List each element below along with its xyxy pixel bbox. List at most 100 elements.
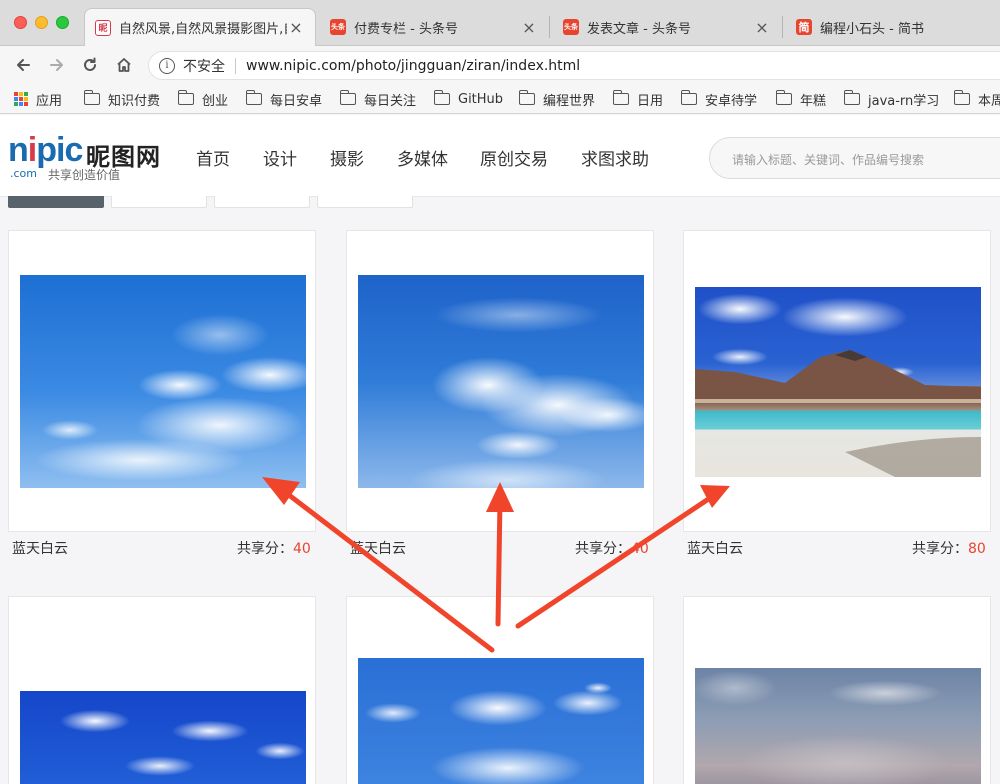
- window-close-button[interactable]: [14, 16, 27, 29]
- nav-design[interactable]: 设计: [263, 145, 297, 170]
- score-label: 共享分：: [237, 541, 293, 557]
- nav-multimedia[interactable]: 多媒体: [397, 145, 448, 170]
- image-card[interactable]: [683, 596, 991, 784]
- logo-dotcom: .com: [10, 167, 37, 180]
- filter-tab[interactable]: [111, 196, 207, 208]
- reload-icon: [84, 57, 96, 71]
- folder-icon: [177, 90, 194, 105]
- forward-arrow-icon: [50, 59, 63, 71]
- site-header: nipic 昵图网 .com 共享创造价值 首页 设计 摄影 多媒体 原创交易 …: [0, 115, 1000, 197]
- share-score: 共享分：40: [575, 538, 649, 558]
- mountain-shape: [695, 350, 981, 477]
- nav-photography[interactable]: 摄影: [330, 145, 364, 170]
- nav-image-request[interactable]: 求图求助: [581, 145, 649, 170]
- bookmark-folder[interactable]: 本周: [953, 90, 1000, 109]
- search-input[interactable]: 请输入标题、关键词、作品编号搜索: [709, 137, 1000, 179]
- image-card[interactable]: [8, 596, 316, 784]
- sky-cloud-thumbnail[interactable]: [358, 658, 644, 784]
- image-card[interactable]: [8, 230, 316, 532]
- bookmarks-bar: 应用 知识付费 创业 每日安卓 每日关注 GitHub 编程世界 日用 安卓待学…: [0, 84, 1000, 114]
- folder-icon: [775, 90, 792, 105]
- home-button[interactable]: [112, 53, 136, 77]
- score-label: 共享分：: [912, 541, 968, 557]
- bookmark-folder[interactable]: 编程世界: [518, 90, 596, 109]
- score-value: 40: [631, 541, 649, 557]
- sky-cloud-thumbnail[interactable]: [20, 275, 306, 488]
- folder-icon: [83, 90, 100, 105]
- browser-tab-bar: 昵 自然风景,自然风景摄影图片,自 × 头条 付费专栏 - 头条号 × 头条 发…: [0, 0, 1000, 46]
- tab-close-icon[interactable]: ×: [520, 18, 538, 37]
- bookmark-label: 每日安卓: [270, 93, 323, 109]
- search-placeholder: 请输入标题、关键词、作品编号搜索: [732, 153, 925, 167]
- tab-close-icon[interactable]: ×: [753, 18, 771, 37]
- folder-icon: [339, 90, 356, 105]
- info-icon[interactable]: i: [159, 57, 175, 74]
- url-text[interactable]: www.nipic.com/photo/jingguan/ziran/index…: [246, 58, 580, 74]
- bookmark-label: 每日关注: [364, 93, 417, 109]
- tab-close-icon[interactable]: ×: [287, 18, 305, 37]
- share-score: 共享分：80: [912, 538, 986, 558]
- browser-tab-publish-article[interactable]: 头条 发表文章 - 头条号 ×: [553, 8, 781, 46]
- back-arrow-icon: [17, 59, 30, 71]
- address-bar[interactable]: i 不安全 www.nipic.com/photo/jingguan/ziran…: [148, 51, 1000, 80]
- bookmark-folder[interactable]: 每日安卓: [245, 90, 323, 109]
- bookmark-label: GitHub: [458, 91, 504, 107]
- bookmark-folder[interactable]: java-rn学习: [843, 90, 940, 109]
- score-label: 共享分：: [575, 541, 631, 557]
- reload-button[interactable]: [78, 53, 102, 77]
- image-card[interactable]: [346, 230, 654, 532]
- nav-original-trading[interactable]: 原创交易: [480, 145, 548, 170]
- bookmark-label: java-rn学习: [868, 93, 940, 109]
- browser-tab-jianshu[interactable]: 简 编程小石头 - 简书: [786, 8, 1000, 46]
- bookmark-folder[interactable]: 知识付费: [83, 90, 161, 109]
- filter-tab[interactable]: [317, 196, 413, 208]
- sky-cloud-thumbnail[interactable]: [20, 691, 306, 784]
- folder-icon: [433, 90, 450, 105]
- logo-slogan: 共享创造价值: [48, 168, 121, 182]
- bookmark-folder[interactable]: 年糕: [775, 90, 827, 109]
- bookmark-folder[interactable]: 安卓待学: [680, 90, 757, 109]
- image-title[interactable]: 蓝天白云: [687, 538, 743, 558]
- bookmark-label: 年糕: [800, 93, 827, 109]
- forward-button[interactable]: [45, 53, 69, 77]
- bookmark-folder[interactable]: 每日关注: [339, 90, 417, 109]
- back-button[interactable]: [11, 53, 35, 77]
- bookmark-folder[interactable]: GitHub: [433, 90, 504, 108]
- window-minimize-button[interactable]: [35, 16, 48, 29]
- filter-tab-selected[interactable]: [8, 196, 104, 208]
- bookmark-label: 创业: [202, 93, 229, 109]
- browser-tab-paid-column[interactable]: 头条 付费专栏 - 头条号 ×: [320, 8, 548, 46]
- apps-grid-icon: [14, 92, 28, 106]
- nav-home[interactable]: 首页: [196, 145, 230, 170]
- tab-title: 编程小石头 - 简书: [820, 21, 924, 37]
- home-icon: [117, 58, 131, 72]
- bookmark-label: 知识付费: [108, 93, 161, 109]
- tab-separator: [549, 16, 550, 38]
- folder-icon: [953, 90, 970, 105]
- folder-icon: [680, 90, 697, 105]
- bookmark-label: 编程世界: [543, 93, 596, 109]
- dusk-sky-thumbnail[interactable]: [695, 668, 981, 784]
- image-title[interactable]: 蓝天白云: [350, 538, 406, 558]
- image-card[interactable]: [683, 230, 991, 532]
- security-label: 不安全: [183, 58, 225, 75]
- nipic-favicon-icon: 昵: [95, 19, 111, 36]
- image-title[interactable]: 蓝天白云: [12, 538, 68, 558]
- tab-title: 发表文章 - 头条号: [587, 21, 691, 37]
- sky-cloud-thumbnail[interactable]: [358, 275, 644, 488]
- score-value: 40: [293, 541, 311, 557]
- nipic-logo[interactable]: nipic 昵图网 .com 共享创造价值: [8, 133, 168, 182]
- bookmark-apps[interactable]: 应用: [14, 90, 62, 109]
- bookmark-folder[interactable]: 创业: [177, 90, 229, 109]
- window-zoom-button[interactable]: [56, 16, 69, 29]
- folder-icon: [612, 90, 629, 105]
- browser-tab-nipic[interactable]: 昵 自然风景,自然风景摄影图片,自 ×: [84, 8, 316, 46]
- category-filter-tabs: [0, 196, 1000, 210]
- filter-tab[interactable]: [214, 196, 310, 208]
- tab-separator: [782, 16, 783, 38]
- folder-icon: [843, 90, 860, 105]
- lake-mountain-thumbnail[interactable]: [695, 287, 981, 477]
- tab-title: 付费专栏 - 头条号: [354, 21, 458, 37]
- bookmark-folder[interactable]: 日用: [612, 90, 663, 109]
- image-card[interactable]: [346, 596, 654, 784]
